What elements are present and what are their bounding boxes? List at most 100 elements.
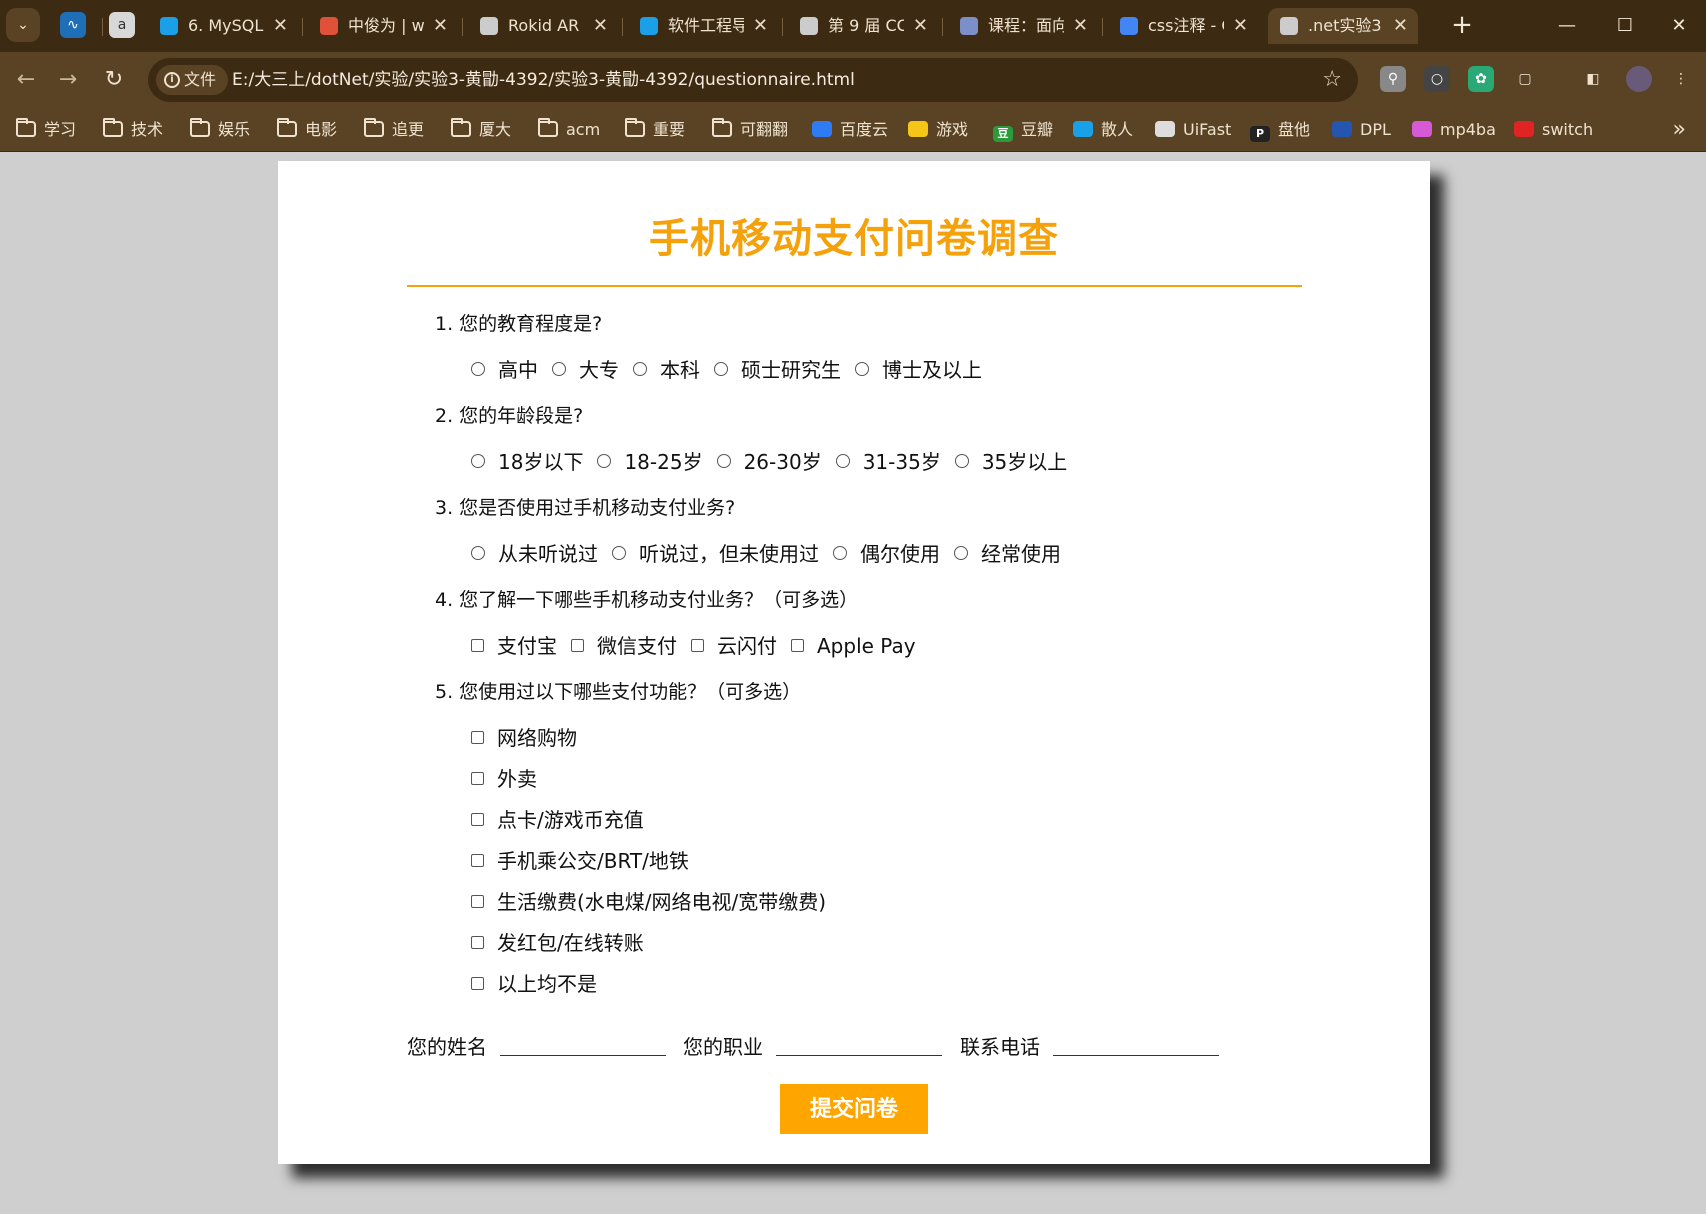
checkbox[interactable]	[471, 977, 484, 990]
radio-option[interactable]: 听说过，但未使用过	[612, 538, 819, 567]
close-tab-icon[interactable]: ✕	[1393, 8, 1408, 44]
checkbox[interactable]	[471, 936, 484, 949]
checkbox[interactable]	[471, 772, 484, 785]
site-info-chip[interactable]: i 文件	[156, 65, 229, 95]
search-extension-icon[interactable]: ⚲	[1380, 66, 1406, 92]
radio-option[interactable]: 大专	[552, 354, 619, 383]
checkbox[interactable]	[471, 639, 484, 652]
bookmark-link[interactable]: 游戏	[908, 108, 968, 152]
radio-button[interactable]	[471, 546, 485, 560]
bookmark-link[interactable]: switch	[1514, 108, 1593, 152]
kebab-menu-icon[interactable]: ⋮	[1668, 66, 1694, 92]
radio-option[interactable]: 18岁以下	[471, 446, 583, 475]
radio-button[interactable]	[633, 362, 647, 376]
checkbox-option[interactable]: 发红包/在线转账	[471, 927, 644, 956]
close-tab-icon[interactable]: ✕	[753, 8, 768, 44]
bookmark-link[interactable]: 百度云	[812, 108, 888, 152]
bookmark-folder[interactable]: acm	[538, 108, 600, 152]
radio-option[interactable]: 硕士研究生	[714, 354, 841, 383]
radio-option[interactable]: 26-30岁	[716, 446, 822, 475]
forward-button[interactable]: →	[50, 62, 86, 98]
tab-8[interactable]: .net实验3 ✕	[1268, 8, 1418, 44]
maximize-button[interactable]: ☐	[1596, 0, 1654, 52]
radio-button[interactable]	[597, 454, 612, 468]
radio-button[interactable]	[954, 454, 969, 468]
checkbox-option[interactable]: 支付宝	[471, 630, 557, 659]
tab-4[interactable]: 软件工程导 ✕	[628, 8, 778, 44]
reload-button[interactable]: ↻	[96, 62, 132, 98]
tab-1[interactable]: 6. MySQL ✕	[148, 8, 298, 44]
close-tab-icon[interactable]: ✕	[913, 8, 928, 44]
radio-button[interactable]	[714, 362, 728, 376]
close-tab-icon[interactable]: ✕	[593, 8, 608, 44]
radio-option[interactable]: 本科	[633, 354, 700, 383]
radio-button[interactable]	[471, 454, 485, 468]
radio-option[interactable]: 高中	[471, 354, 538, 383]
occupation-input[interactable]	[776, 1028, 942, 1056]
tab-search-button[interactable]: ⌄	[6, 8, 40, 42]
pinned-tab-monitor[interactable]: ∿	[60, 12, 86, 38]
bookmark-link[interactable]: 豆豆瓣	[993, 108, 1053, 152]
checkbox-option[interactable]: 点卡/游戏币充值	[471, 804, 644, 833]
bookmark-folder[interactable]: 技术	[103, 108, 163, 152]
radio-option[interactable]: 18-25岁	[597, 446, 703, 475]
checkbox[interactable]	[691, 639, 704, 652]
glasses-extension-icon[interactable]: ○	[1424, 66, 1450, 92]
submit-button[interactable]: 提交问卷	[780, 1084, 928, 1134]
radio-button[interactable]	[552, 362, 566, 376]
radio-button[interactable]	[855, 362, 869, 376]
checkbox-option[interactable]: 以上均不是	[471, 968, 597, 997]
radio-button[interactable]	[954, 546, 968, 560]
radio-option[interactable]: 博士及以上	[855, 354, 982, 383]
bookmark-folder[interactable]: 追更	[364, 108, 424, 152]
bookmark-link[interactable]: UiFast	[1155, 108, 1231, 152]
pinned-tab-a[interactable]: a	[109, 12, 135, 38]
checkbox-option[interactable]: 外卖	[471, 763, 537, 792]
bookmark-folder[interactable]: 娱乐	[190, 108, 250, 152]
checkbox[interactable]	[471, 813, 484, 826]
tab-3[interactable]: Rokid AR ✕	[468, 8, 618, 44]
url-text[interactable]: E:/大三上/dotNet/实验/实验3-黄勖-4392/实验3-黄勖-4392…	[232, 58, 855, 102]
bookmark-folder[interactable]: 厦大	[451, 108, 511, 152]
checkbox-option[interactable]: 微信支付	[571, 630, 677, 659]
checkbox[interactable]	[471, 854, 484, 867]
chevron-double-right-icon[interactable]: »	[1673, 108, 1686, 152]
checkbox[interactable]	[791, 639, 804, 652]
checkbox[interactable]	[471, 895, 484, 908]
checkbox[interactable]	[471, 731, 484, 744]
phone-input[interactable]	[1053, 1028, 1219, 1056]
bookmark-link[interactable]: 散人	[1073, 108, 1133, 152]
tab-6[interactable]: 课程：面向 ✕	[948, 8, 1098, 44]
checkbox-option[interactable]: Apple Pay	[791, 634, 916, 658]
radio-button[interactable]	[612, 546, 626, 560]
radio-button[interactable]	[471, 362, 485, 376]
radio-option[interactable]: 35岁以上	[954, 446, 1067, 475]
close-tab-icon[interactable]: ✕	[433, 8, 448, 44]
bookmark-star-icon[interactable]: ☆	[1322, 58, 1342, 102]
bookmark-folder[interactable]: 重要	[625, 108, 685, 152]
close-window-button[interactable]: ✕	[1650, 0, 1706, 52]
radio-option[interactable]: 经常使用	[954, 538, 1061, 567]
tab-2[interactable]: 中俊为 | w ✕	[308, 8, 458, 44]
radio-option[interactable]: 31-35岁	[835, 446, 941, 475]
tab-7[interactable]: css注释 - C ✕	[1108, 8, 1258, 44]
address-bar[interactable]: i 文件 E:/大三上/dotNet/实验/实验3-黄勖-4392/实验3-黄勖…	[148, 58, 1358, 102]
radio-option[interactable]: 偶尔使用	[833, 538, 940, 567]
extensions-puzzle-icon[interactable]: ▢	[1512, 66, 1538, 92]
name-input[interactable]	[500, 1028, 666, 1056]
bookmark-link[interactable]: P 盘他	[1250, 108, 1310, 152]
radio-button[interactable]	[716, 454, 731, 468]
chatgpt-extension-icon[interactable]: ✿	[1468, 66, 1494, 92]
back-button[interactable]: ←	[8, 62, 44, 98]
close-tab-icon[interactable]: ✕	[1233, 8, 1248, 44]
close-tab-icon[interactable]: ✕	[1073, 8, 1088, 44]
radio-option[interactable]: 从未听说过	[471, 538, 598, 567]
bookmark-link[interactable]: mp4ba	[1412, 108, 1496, 152]
close-tab-icon[interactable]: ✕	[273, 8, 288, 44]
radio-button[interactable]	[833, 546, 847, 560]
bookmark-folder[interactable]: 学习	[16, 108, 76, 152]
minimize-button[interactable]: —	[1538, 0, 1596, 52]
radio-button[interactable]	[835, 454, 850, 468]
tab-5[interactable]: 第 9 届 CC ✕	[788, 8, 938, 44]
checkbox-option[interactable]: 生活缴费(水电煤/网络电视/宽带缴费)	[471, 886, 826, 915]
